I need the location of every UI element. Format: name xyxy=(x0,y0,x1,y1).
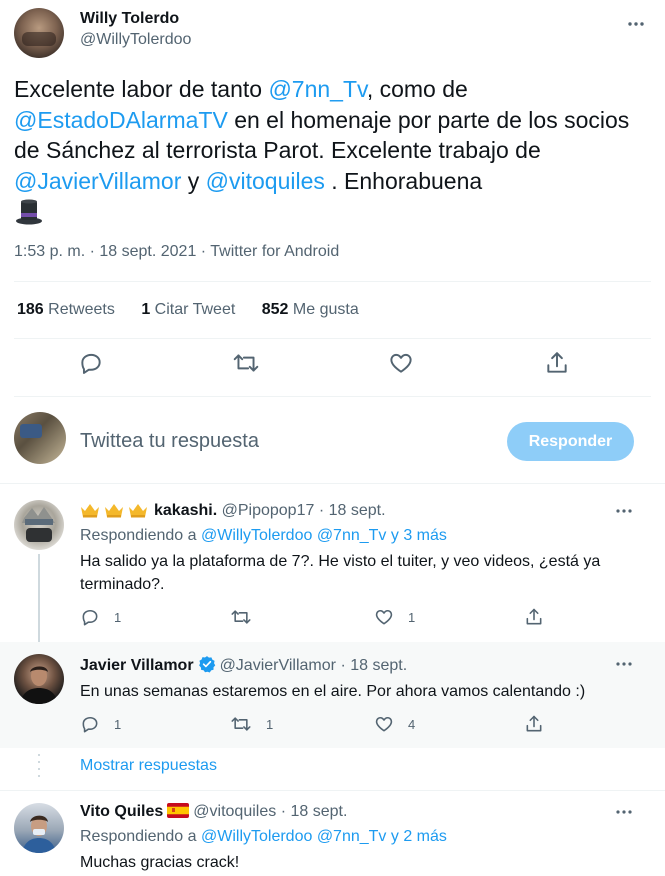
reply-date[interactable]: · 18 sept. xyxy=(281,803,348,820)
share-action[interactable] xyxy=(524,607,544,627)
divider xyxy=(0,790,665,791)
reply-text: Muchas gracias crack! xyxy=(80,854,240,871)
reply-actions: 1 1 xyxy=(80,607,560,629)
tweet-text-part: Excelente labor de tanto xyxy=(14,76,269,102)
mention-link[interactable]: @EstadoDAlarmaTV xyxy=(14,107,228,133)
replying-label: Respondiendo a xyxy=(80,828,201,845)
tweet-text-part: y xyxy=(181,167,206,194)
retweet-count: 1 xyxy=(266,716,274,732)
reply-icon xyxy=(82,609,98,626)
likes-stat[interactable]: 852 Me gusta xyxy=(262,301,359,318)
user-avatar[interactable] xyxy=(14,412,66,464)
more-options-icon[interactable] xyxy=(614,655,634,673)
tweet-text-part: . Enhorabuena xyxy=(324,167,483,194)
divider xyxy=(0,483,665,484)
reply-header: kakashi. @Pipopop17 · 18 sept. xyxy=(80,502,386,520)
reply-action[interactable]: 1 xyxy=(80,714,121,734)
retweet-icon[interactable] xyxy=(232,350,260,376)
replying-to: Respondiendo a @WillyTolerdoo @7nn_Tv y … xyxy=(80,828,447,846)
like-icon xyxy=(375,716,393,732)
reply-button[interactable]: Responder xyxy=(507,422,634,461)
reply-author-handle[interactable]: @JavierVillamor xyxy=(220,657,336,674)
retweets-label: Retweets xyxy=(48,301,115,318)
mention-link[interactable]: @JavierVillamor xyxy=(14,168,181,194)
replying-handles[interactable]: @WillyTolerdoo @7nn_Tv y 2 más xyxy=(201,828,447,845)
author-name[interactable]: Willy Tolerdo xyxy=(80,10,179,28)
more-options-icon[interactable] xyxy=(614,803,634,821)
avatar[interactable] xyxy=(14,500,64,550)
reply-author-handle[interactable]: @Pipopop17 xyxy=(222,502,315,519)
like-icon[interactable] xyxy=(388,350,414,376)
divider xyxy=(14,281,651,282)
share-icon[interactable] xyxy=(544,350,570,376)
mention-link[interactable]: @7nn_Tv xyxy=(268,76,366,102)
likes-count: 852 xyxy=(261,301,289,318)
avatar[interactable] xyxy=(14,8,64,58)
crown-icon xyxy=(105,504,123,518)
show-replies-link[interactable]: Mostrar respuestas xyxy=(80,757,217,775)
retweets-count: 186 xyxy=(17,301,44,318)
like-action[interactable]: 1 xyxy=(374,607,415,627)
likes-label: Me gusta xyxy=(292,301,359,318)
tweet-timestamp[interactable]: 1:53 p. m. · 18 sept. 2021 · Twitter for… xyxy=(14,243,339,261)
reply-author-handle[interactable]: @vitoquiles xyxy=(193,803,276,820)
reply-text: En unas semanas estaremos en el aire. Po… xyxy=(80,683,586,700)
crown-icon xyxy=(81,504,99,518)
avatar[interactable] xyxy=(14,654,64,704)
retweet-action[interactable]: 1 xyxy=(230,714,273,734)
tweet-stats: 186 Retweets 1 Citar Tweet 852 Me gusta xyxy=(17,301,381,319)
spain-flag-icon xyxy=(167,803,190,818)
tweet-text: Excelente labor de tanto @7nn_Tv, como d… xyxy=(14,74,634,230)
replying-to: Respondiendo a @WillyTolerdoo @7nn_Tv y … xyxy=(80,527,447,545)
quotes-stat[interactable]: 1 Citar Tweet xyxy=(141,301,235,318)
author-handle[interactable]: @WillyTolerdoo xyxy=(80,31,191,49)
thread-dots xyxy=(38,752,40,782)
like-count: 4 xyxy=(408,716,416,732)
reply-count: 1 xyxy=(114,716,122,732)
tweet-text-part: , como de xyxy=(366,76,468,102)
more-options-icon[interactable] xyxy=(626,14,646,34)
reply-icon xyxy=(82,716,98,733)
verified-badge-icon xyxy=(198,655,216,673)
avatar[interactable] xyxy=(14,803,64,853)
share-action[interactable] xyxy=(524,714,544,734)
reply-author-name[interactable]: Vito Quiles xyxy=(80,803,163,820)
divider xyxy=(14,396,651,397)
retweet-icon xyxy=(231,717,251,731)
retweet-icon xyxy=(231,610,251,624)
tweet-header: Willy Tolerdo @WillyTolerdoo xyxy=(14,6,654,60)
crown-icons xyxy=(80,502,148,518)
reply-action[interactable]: 1 xyxy=(80,607,121,627)
retweets-stat[interactable]: 186 Retweets xyxy=(17,301,115,318)
share-icon xyxy=(526,715,542,732)
mention-link[interactable]: @vitoquiles xyxy=(206,168,325,194)
like-action[interactable]: 4 xyxy=(374,714,415,734)
replying-handles[interactable]: @WillyTolerdoo @7nn_Tv y 3 más xyxy=(201,527,447,544)
like-count: 1 xyxy=(408,609,416,625)
quotes-count: 1 xyxy=(141,301,151,318)
reply-author-name[interactable]: Javier Villamor xyxy=(80,657,194,674)
reply-text: Ha salido ya la plataforma de 7?. He vis… xyxy=(80,553,601,593)
quotes-label: Citar Tweet xyxy=(154,301,236,318)
reply-author-name[interactable]: kakashi. xyxy=(154,502,217,519)
share-icon xyxy=(526,608,542,625)
top-hat-icon xyxy=(14,196,44,226)
replying-label: Respondiendo a xyxy=(80,527,201,544)
reply-input[interactable]: Twittea tu respuesta xyxy=(80,430,259,453)
reply-date[interactable]: · 18 sept. xyxy=(319,502,386,519)
reply-header: Vito Quiles @vitoquiles · 18 sept. xyxy=(80,803,347,821)
reply-date[interactable]: · 18 sept. xyxy=(340,657,407,674)
tweet-actions xyxy=(14,350,644,384)
reply-count: 1 xyxy=(114,609,122,625)
more-options-icon[interactable] xyxy=(614,502,634,520)
divider xyxy=(14,338,651,339)
retweet-action[interactable] xyxy=(230,607,266,627)
reply-header: Javier Villamor @JavierVillamor · 18 sep… xyxy=(80,655,407,675)
reply-icon[interactable] xyxy=(78,350,104,376)
thread-line xyxy=(38,554,40,644)
crown-icon xyxy=(129,504,147,518)
reply-actions: 1 1 4 xyxy=(80,714,560,736)
like-icon xyxy=(375,609,393,625)
